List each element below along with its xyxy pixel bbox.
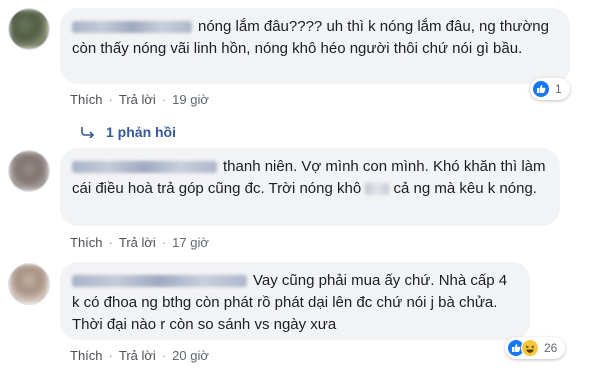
like-link[interactable]: Thích — [70, 348, 103, 363]
view-replies-link[interactable]: 1 phản hồi — [80, 124, 176, 140]
reaction-summary[interactable]: 1 — [530, 78, 570, 100]
commenter-avatar[interactable] — [8, 263, 50, 305]
commenter-name[interactable] — [72, 21, 192, 34]
comment-timestamp[interactable]: 17 giờ — [172, 235, 209, 250]
reply-link[interactable]: Trả lời — [119, 92, 156, 107]
like-link[interactable]: Thích — [70, 235, 103, 250]
comment-actions: Thích · Trả lời · 20 giờ — [70, 348, 209, 363]
comment-bubble: thanh niên. Vợ mình con mình. Khó khăn t… — [60, 148, 560, 226]
separator-dot: · — [108, 235, 113, 250]
comment-timestamp[interactable]: 19 giờ — [172, 92, 209, 107]
reaction-count: 26 — [544, 341, 558, 355]
comment-timestamp[interactable]: 20 giờ — [172, 348, 209, 363]
separator-dot: · — [108, 92, 113, 107]
haha-icon — [521, 339, 539, 357]
separator-dot: · — [108, 348, 113, 363]
redacted-word — [365, 183, 390, 196]
comment-bubble: Vay cũng phải mua ấy chứ. Nhà cấp 4 k có… — [60, 262, 530, 340]
like-link[interactable]: Thích — [70, 92, 103, 107]
comment-actions: Thích · Trả lời · 17 giờ — [70, 235, 209, 250]
reaction-count: 1 — [555, 82, 562, 96]
separator-dot: · — [161, 348, 167, 363]
comment-bubble: nóng lắm đâu???? uh thì k nóng lắm đâu, … — [60, 8, 570, 84]
separator-dot: · — [161, 235, 167, 250]
like-icon — [532, 80, 550, 98]
replies-count-label: 1 phản hồi — [106, 124, 176, 140]
commenter-name[interactable] — [72, 161, 217, 174]
reaction-summary[interactable]: 26 — [505, 337, 565, 359]
reply-arrow-icon — [81, 127, 95, 138]
comment-text-continued: cả ng mà kêu k nóng. — [393, 180, 537, 197]
separator-dot: · — [161, 92, 167, 107]
commenter-avatar[interactable] — [8, 150, 50, 192]
reply-link[interactable]: Trả lời — [119, 348, 156, 363]
reply-link[interactable]: Trả lời — [119, 235, 156, 250]
commenter-avatar[interactable] — [8, 8, 50, 50]
comment-actions: Thích · Trả lời · 19 giờ — [70, 92, 209, 107]
commenter-name[interactable] — [72, 275, 247, 288]
